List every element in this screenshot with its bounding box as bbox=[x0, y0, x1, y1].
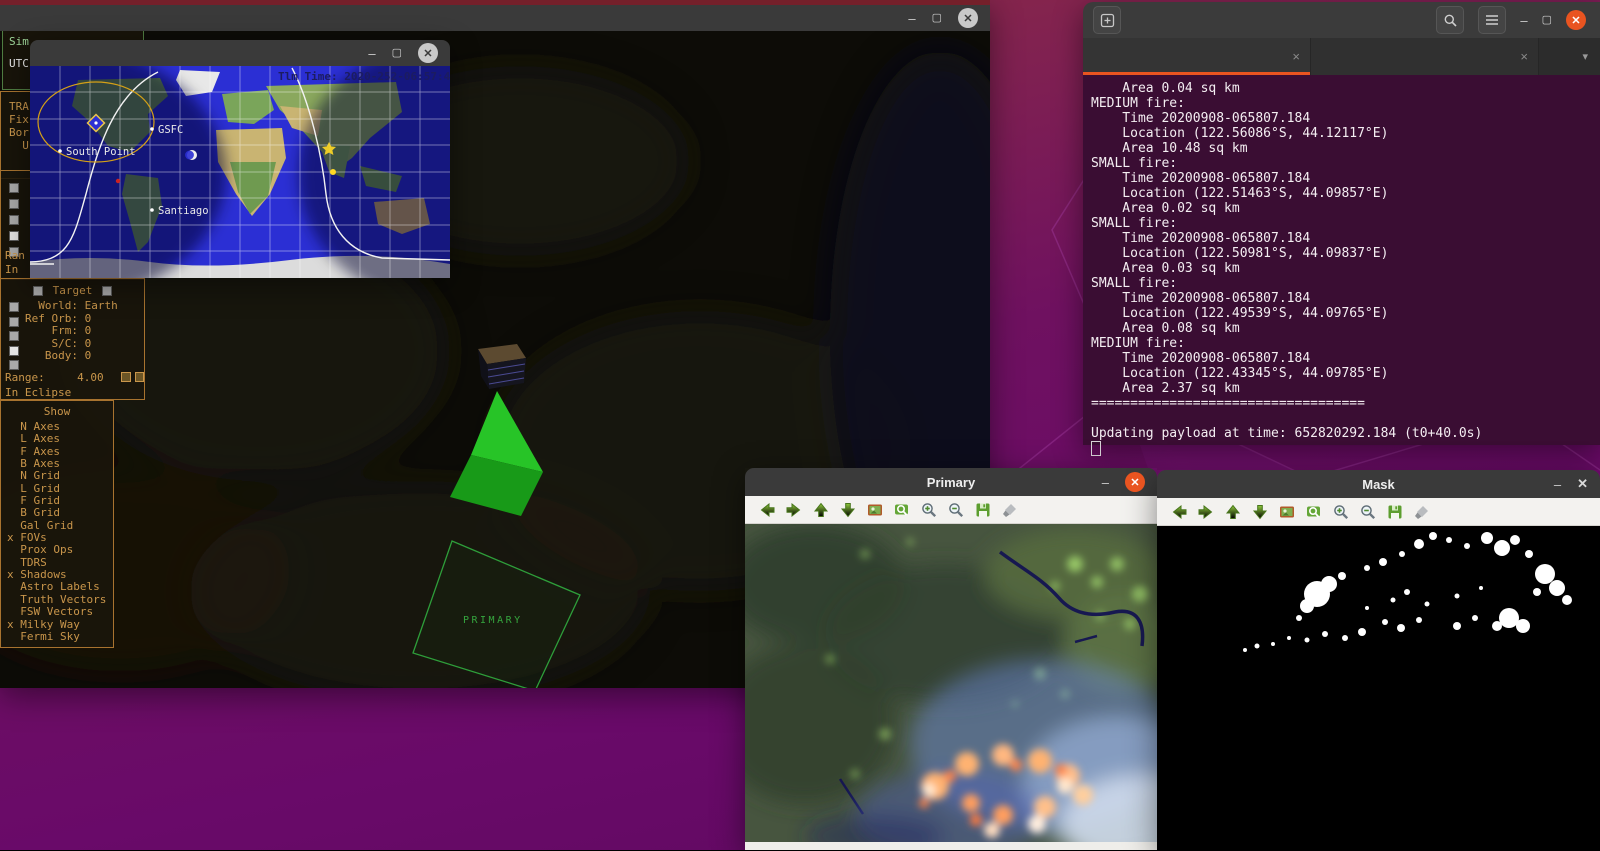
down-arrow-icon[interactable] bbox=[839, 501, 857, 519]
eclipse-status: In Eclipse bbox=[5, 386, 144, 399]
zoom-out-icon[interactable] bbox=[947, 501, 965, 519]
primary-titlebar[interactable]: Primary – ✕ bbox=[745, 468, 1157, 496]
forward-arrow-icon[interactable] bbox=[1197, 503, 1215, 521]
checkbox[interactable] bbox=[9, 331, 19, 341]
target-dot bbox=[116, 179, 120, 183]
mask-toolbar bbox=[1157, 498, 1600, 526]
sun-marker bbox=[330, 169, 336, 175]
close-icon[interactable]: ✕ bbox=[1125, 472, 1145, 492]
up-arrow-icon[interactable] bbox=[812, 501, 830, 519]
checkbox-checked[interactable] bbox=[9, 346, 19, 356]
close-icon[interactable]: ✕ bbox=[1577, 476, 1588, 492]
terminal-tab[interactable]: × bbox=[1311, 38, 1539, 75]
zoom-in-icon[interactable] bbox=[1332, 503, 1350, 521]
range-decrease-button[interactable] bbox=[121, 372, 131, 382]
back-arrow-icon[interactable] bbox=[1170, 503, 1188, 521]
maximize-icon[interactable]: ▢ bbox=[932, 13, 942, 24]
range-label: Range: bbox=[5, 371, 45, 384]
new-tab-icon bbox=[1100, 13, 1115, 28]
checkbox[interactable] bbox=[102, 286, 112, 296]
tab-close-icon[interactable]: × bbox=[1520, 49, 1538, 64]
checkbox-checked[interactable] bbox=[9, 231, 19, 241]
checkbox[interactable] bbox=[9, 302, 19, 312]
terminal-window: – ▢ ✕ × × ▾ Area 0.04 sq km MEDIUM fire:… bbox=[1083, 2, 1600, 445]
map-window: – ▢ ✕ bbox=[30, 40, 450, 278]
mask-titlebar[interactable]: Mask – ✕ bbox=[1157, 470, 1600, 498]
minimize-icon[interactable]: – bbox=[908, 12, 915, 25]
primary-image-window: Primary – ✕ bbox=[745, 468, 1157, 850]
forward-arrow-icon[interactable] bbox=[785, 501, 803, 519]
hamburger-menu-icon bbox=[1485, 14, 1499, 26]
close-icon[interactable]: ✕ bbox=[958, 8, 978, 28]
primary-title: Primary bbox=[745, 475, 1157, 490]
minimize-icon[interactable]: – bbox=[1102, 476, 1109, 489]
santiago-label: Santiago bbox=[158, 205, 209, 217]
world-map-canvas[interactable]: GSFC South Point Santiago Tlm Time: 2020… bbox=[30, 66, 450, 278]
checkbox[interactable] bbox=[9, 199, 19, 209]
image-icon[interactable] bbox=[1278, 503, 1296, 521]
maximize-icon[interactable]: ▢ bbox=[1542, 15, 1552, 26]
clean-brush-icon[interactable] bbox=[1413, 503, 1431, 521]
zoom-in-icon[interactable] bbox=[920, 501, 938, 519]
tab-list-dropdown[interactable]: ▾ bbox=[1582, 38, 1600, 75]
primary-footprint-label: PRIMARY bbox=[463, 615, 523, 626]
checkbox[interactable] bbox=[9, 317, 19, 327]
primary-toolbar bbox=[745, 496, 1157, 524]
range-value: 4.00 bbox=[77, 371, 104, 384]
sim-window-titlebar[interactable]: – ▢ ✕ bbox=[0, 5, 990, 31]
image-icon[interactable] bbox=[866, 501, 884, 519]
up-arrow-icon[interactable] bbox=[1224, 503, 1242, 521]
close-icon[interactable]: ✕ bbox=[418, 43, 438, 63]
mask-image-window: Mask – ✕ bbox=[1157, 470, 1600, 850]
mask-image-canvas[interactable] bbox=[1157, 526, 1600, 851]
save-icon[interactable] bbox=[1386, 503, 1404, 521]
target-rows: World: Earth Ref Orb: 0 Frm: 0 S/C: 0 Bo… bbox=[1, 300, 144, 363]
search-button[interactable] bbox=[1436, 6, 1464, 34]
zoom-out-icon[interactable] bbox=[1359, 503, 1377, 521]
south-point-label: South Point bbox=[66, 146, 136, 158]
checkbox[interactable] bbox=[9, 360, 19, 370]
search-icon bbox=[1443, 13, 1458, 28]
terminal-tabbar: × × ▾ bbox=[1083, 38, 1600, 75]
show-items[interactable]: N Axes L Axes F Axes B Axes N Grid L Gri… bbox=[1, 421, 113, 643]
mask-title: Mask bbox=[1157, 477, 1600, 492]
menu-button[interactable] bbox=[1478, 6, 1506, 34]
new-tab-button[interactable] bbox=[1093, 6, 1121, 34]
checkbox[interactable] bbox=[9, 215, 19, 225]
terminal-output-text: Area 0.04 sq km MEDIUM fire: Time 202009… bbox=[1091, 81, 1600, 441]
primary-image-canvas[interactable] bbox=[745, 524, 1157, 842]
clean-brush-icon[interactable] bbox=[1001, 501, 1019, 519]
primary-statusbar bbox=[745, 842, 1157, 850]
tab-close-icon[interactable]: × bbox=[1292, 49, 1310, 64]
target-header: Target bbox=[53, 284, 93, 297]
terminal-cursor bbox=[1091, 441, 1101, 456]
minimize-icon[interactable]: – bbox=[368, 47, 375, 60]
zoom-fit-icon[interactable] bbox=[893, 501, 911, 519]
terminal-output-area[interactable]: Area 0.04 sq km MEDIUM fire: Time 202009… bbox=[1083, 75, 1600, 445]
terminal-tab-active[interactable]: × bbox=[1083, 38, 1311, 75]
gsfc-label: GSFC bbox=[158, 124, 183, 136]
map-window-titlebar[interactable]: – ▢ ✕ bbox=[30, 40, 450, 66]
save-icon[interactable] bbox=[974, 501, 992, 519]
checkbox[interactable] bbox=[9, 183, 19, 193]
show-panel[interactable]: Show N Axes L Axes F Axes B Axes N Grid … bbox=[0, 400, 114, 648]
show-header: Show bbox=[1, 405, 113, 418]
down-arrow-icon[interactable] bbox=[1251, 503, 1269, 521]
close-icon[interactable]: ✕ bbox=[1566, 10, 1586, 30]
range-strip-labels: Ran In bbox=[5, 249, 25, 276]
moon-marker bbox=[185, 150, 197, 160]
minimize-icon[interactable]: – bbox=[1554, 478, 1561, 491]
tlm-time-label: Tlm Time: 2020-252-06:57:44 bbox=[278, 70, 450, 83]
range-increase-button[interactable] bbox=[135, 372, 145, 382]
cubesat-model bbox=[478, 344, 526, 389]
target-panel: Target World: Earth Ref Orb: 0 Frm: 0 S/… bbox=[0, 278, 145, 400]
checkbox[interactable] bbox=[33, 286, 43, 296]
maximize-icon[interactable]: ▢ bbox=[392, 48, 402, 59]
minimize-icon[interactable]: – bbox=[1520, 14, 1527, 27]
zoom-fit-icon[interactable] bbox=[1305, 503, 1323, 521]
back-arrow-icon[interactable] bbox=[758, 501, 776, 519]
terminal-headerbar[interactable]: – ▢ ✕ bbox=[1083, 2, 1600, 38]
